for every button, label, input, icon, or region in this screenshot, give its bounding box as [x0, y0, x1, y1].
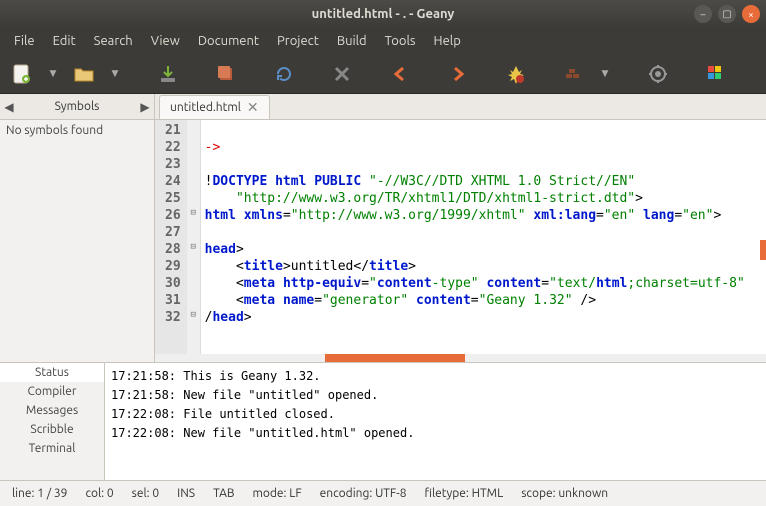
sidebar-prev-icon[interactable]: ◀ [0, 100, 18, 114]
editor-pane: untitled.html ✕ 212223242526272829303132… [155, 94, 766, 362]
editor-tabs: untitled.html ✕ [155, 94, 766, 120]
new-file-dropdown[interactable]: ▼ [44, 68, 62, 79]
tab-terminal[interactable]: Terminal [0, 439, 104, 458]
status-scope: scope: unknown [521, 487, 608, 500]
save-all-icon[interactable] [212, 60, 240, 88]
tab-compiler[interactable]: Compiler [0, 382, 104, 401]
fold-column[interactable]: ⊟⊟⊟ [187, 120, 201, 354]
build-icon[interactable] [560, 60, 588, 88]
sidebar-tab-symbols[interactable]: Symbols [18, 100, 136, 113]
status-tab[interactable]: TAB [213, 487, 234, 500]
message-tabs: Status Compiler Messages Scribble Termin… [0, 363, 105, 480]
minimize-button[interactable]: – [694, 5, 712, 23]
code-area[interactable]: -> !DOCTYPE html PUBLIC "-//W3C//DTD XHT… [201, 120, 766, 354]
menu-help[interactable]: Help [426, 31, 469, 51]
close-button[interactable]: × [742, 5, 760, 23]
close-file-icon[interactable] [328, 60, 356, 88]
editor-tab[interactable]: untitled.html ✕ [159, 95, 270, 119]
color-chooser-icon[interactable] [702, 60, 730, 88]
status-filetype[interactable]: filetype: HTML [425, 487, 504, 500]
compile-icon[interactable] [502, 60, 530, 88]
main-area: ◀ Symbols ▶ No symbols found untitled.ht… [0, 94, 766, 362]
sidebar-tabs: ◀ Symbols ▶ [0, 94, 154, 120]
message-body[interactable]: 17:21:58: This is Geany 1.32.17:21:58: N… [105, 363, 766, 480]
menu-edit[interactable]: Edit [45, 31, 84, 51]
nav-forward-icon[interactable] [444, 60, 472, 88]
code-editor[interactable]: 212223242526272829303132 ⊟⊟⊟ -> !DOCTYPE… [155, 120, 766, 354]
window-controls: – ▢ × [694, 5, 760, 23]
menu-view[interactable]: View [143, 31, 188, 51]
menu-file[interactable]: File [6, 31, 43, 51]
reload-icon[interactable] [270, 60, 298, 88]
toolbar: ▼ ▼ ▼ [0, 54, 766, 94]
open-file-icon[interactable] [70, 60, 98, 88]
statusbar: line: 1 / 39 col: 0 sel: 0 INS TAB mode:… [0, 480, 766, 506]
maximize-button[interactable]: ▢ [718, 5, 736, 23]
execute-icon[interactable] [644, 60, 672, 88]
build-dropdown[interactable]: ▼ [596, 68, 614, 79]
menu-tools[interactable]: Tools [377, 31, 424, 51]
line-gutter: 212223242526272829303132 [155, 120, 187, 354]
save-icon[interactable] [154, 60, 182, 88]
tab-close-icon[interactable]: ✕ [247, 99, 259, 116]
menu-document[interactable]: Document [190, 31, 267, 51]
window-title: untitled.html - . - Geany [8, 7, 758, 21]
tab-scribble[interactable]: Scribble [0, 420, 104, 439]
nav-back-icon[interactable] [386, 60, 414, 88]
titlebar: untitled.html - . - Geany – ▢ × [0, 0, 766, 28]
menu-search[interactable]: Search [86, 31, 141, 51]
new-file-icon[interactable] [8, 60, 36, 88]
editor-tab-label: untitled.html [170, 101, 241, 114]
horizontal-scrollbar[interactable] [155, 354, 766, 362]
tab-status[interactable]: Status [0, 363, 104, 382]
menu-project[interactable]: Project [269, 31, 327, 51]
status-ins[interactable]: INS [177, 487, 195, 500]
message-panel: Status Compiler Messages Scribble Termin… [0, 362, 766, 480]
status-line: line: 1 / 39 [12, 487, 67, 500]
menubar: File Edit Search View Document Project B… [0, 28, 766, 54]
sidebar-body: No symbols found [0, 120, 154, 141]
tab-messages[interactable]: Messages [0, 401, 104, 420]
sidebar: ◀ Symbols ▶ No symbols found [0, 94, 155, 362]
open-file-dropdown[interactable]: ▼ [106, 68, 124, 79]
menu-build[interactable]: Build [329, 31, 375, 51]
status-sel: sel: 0 [132, 487, 159, 500]
sidebar-next-icon[interactable]: ▶ [136, 100, 154, 114]
status-mode[interactable]: mode: LF [253, 487, 302, 500]
overflow-indicator [760, 240, 766, 260]
status-col: col: 0 [85, 487, 113, 500]
status-encoding[interactable]: encoding: UTF-8 [320, 487, 407, 500]
